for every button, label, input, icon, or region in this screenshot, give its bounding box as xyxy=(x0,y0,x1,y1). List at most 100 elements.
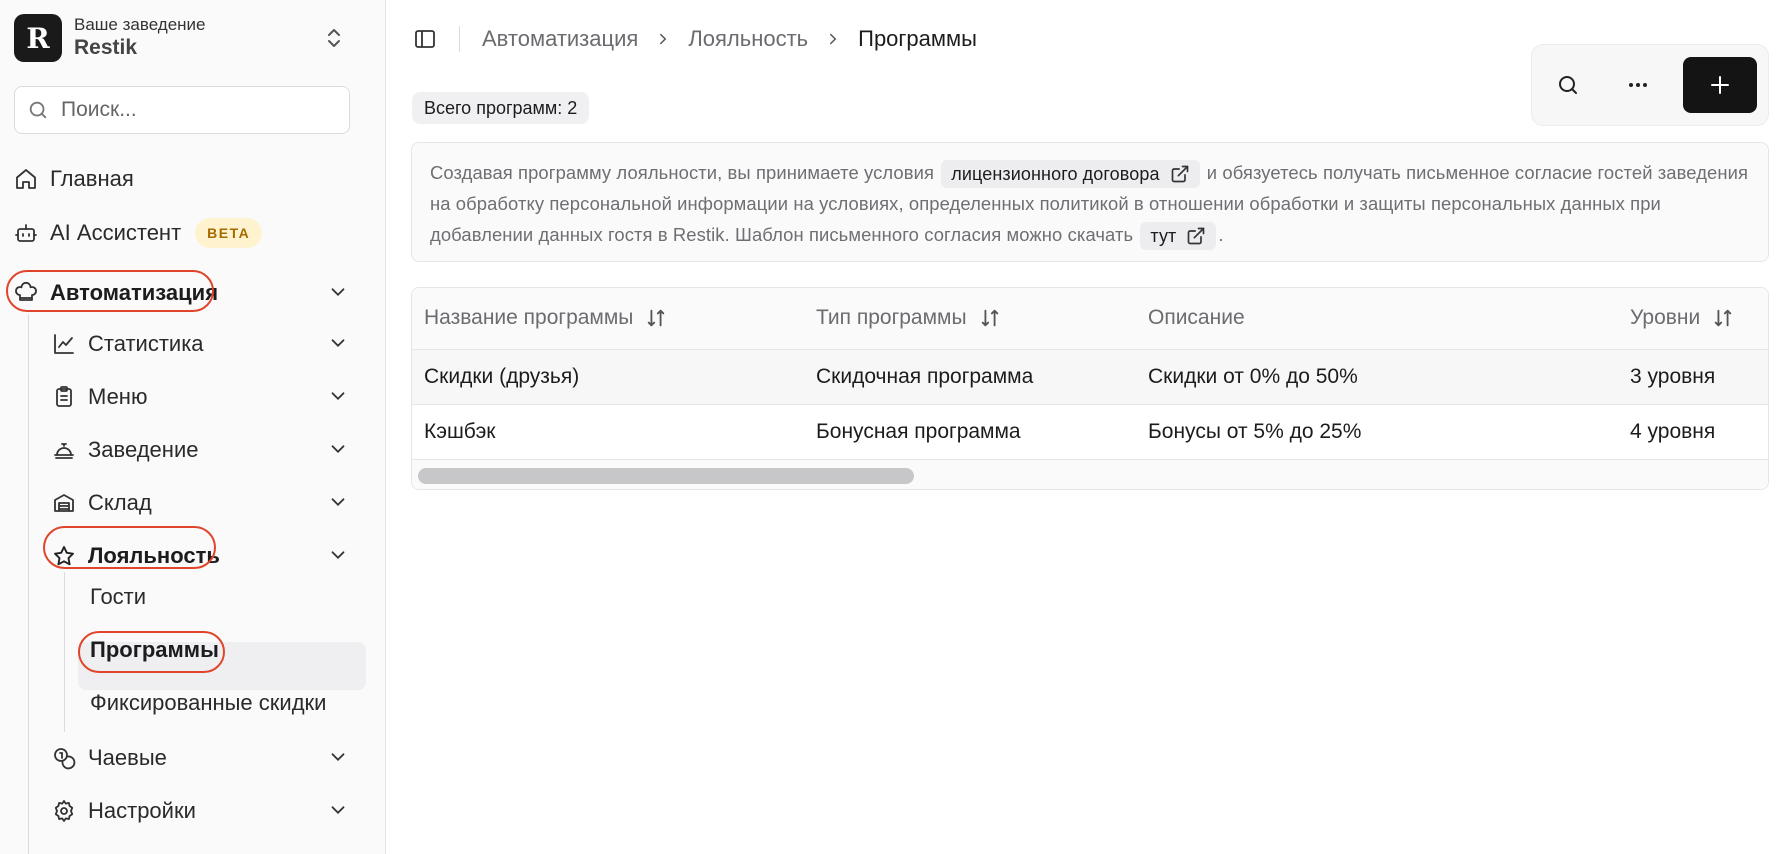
sidebar-item-menu[interactable]: Меню xyxy=(52,384,147,410)
sidebar-item-loyalty[interactable]: Лояльность xyxy=(52,543,220,569)
sidebar-item-label: Лояльность xyxy=(88,543,220,568)
license-agreement-link[interactable]: лицензионного договора xyxy=(941,160,1200,189)
line-chart-icon xyxy=(54,334,74,354)
notice-text: Создавая программу лояльности, вы приним… xyxy=(430,162,935,183)
cell-description: Скидки от 0% до 50% xyxy=(1148,365,1358,388)
sidebar-item-label: Заведение xyxy=(88,437,199,462)
breadcrumb-current: Программы xyxy=(858,26,977,51)
search-icon xyxy=(1559,76,1577,94)
table-row[interactable]: Скидки (друзья) Скидочная программа Скид… xyxy=(412,350,1768,405)
sidebar-subitem-fixed-discounts[interactable]: Фиксированные скидки xyxy=(90,690,326,716)
org-text: Ваше заведение Restik xyxy=(74,15,206,61)
bot-icon xyxy=(15,224,37,242)
cell-program-name: Кэшбэк xyxy=(424,420,496,443)
programs-count-badge: Всего программ: 2 xyxy=(412,92,590,124)
sort-icon xyxy=(981,309,998,327)
sidebar-item-settings[interactable]: Настройки xyxy=(52,798,196,824)
external-link-icon xyxy=(1171,165,1188,183)
chevron-down-icon[interactable] xyxy=(327,799,349,821)
chevron-down-icon[interactable] xyxy=(327,438,349,460)
breadcrumb-divider xyxy=(459,26,460,52)
column-header-label: Тип программы xyxy=(816,306,967,329)
warehouse-icon xyxy=(54,494,74,512)
external-link-icon xyxy=(1188,227,1205,245)
sort-icon xyxy=(1715,309,1732,327)
sort-icon xyxy=(648,309,665,327)
chevron-down-icon[interactable] xyxy=(327,491,349,513)
org-subtitle: Ваше заведение xyxy=(74,15,206,34)
more-options-button[interactable] xyxy=(1614,61,1662,109)
chef-hat-icon xyxy=(15,281,37,301)
license-agreement-label: лицензионного договора xyxy=(951,163,1160,184)
column-header-type[interactable]: Тип программы xyxy=(816,306,1001,330)
breadcrumb: Автоматизация Лояльность Программы xyxy=(413,22,977,56)
cell-program-name: Скидки (друзья) xyxy=(424,365,580,388)
plus-icon xyxy=(1711,76,1729,94)
cell-program-type: Скидочная программа xyxy=(816,365,1034,388)
sidebar-toggle-icon[interactable] xyxy=(413,27,437,51)
sidebar-item-label: Главная xyxy=(50,166,134,191)
table-row[interactable]: Кэшбэк Бонусная программа Бонусы от 5% д… xyxy=(412,405,1768,460)
tree-line xyxy=(28,314,29,854)
sidebar-item-statistics[interactable]: Статистика xyxy=(52,331,204,357)
sidebar-item-label: Меню xyxy=(88,384,148,409)
cloche-icon xyxy=(54,443,74,459)
sidebar-item-label: Статистика xyxy=(88,331,204,356)
breadcrumb-automation[interactable]: Автоматизация xyxy=(482,26,638,52)
sidebar-item-label: Склад xyxy=(88,490,152,515)
main-content: Автоматизация Лояльность Программы Всего… xyxy=(387,0,1778,854)
sidebar-item-home[interactable]: Главная xyxy=(14,166,134,192)
sidebar-item-label: Автоматизация xyxy=(50,280,219,305)
table-header: Название программы Тип программы Описани… xyxy=(412,288,1768,350)
breadcrumb-loyalty[interactable]: Лояльность xyxy=(688,26,808,52)
sidebar-item-ai-assistant[interactable]: AI Ассистент BETA xyxy=(14,218,263,248)
sidebar-item-venue[interactable]: Заведение xyxy=(52,437,198,463)
chevron-right-icon xyxy=(660,33,667,45)
beta-badge: BETA xyxy=(195,218,263,248)
chevrons-up-down-icon xyxy=(328,29,340,47)
sidebar: R Ваше заведение Restik Главная AI Ассис… xyxy=(0,0,386,854)
chevron-down-icon[interactable] xyxy=(327,385,349,407)
column-header-description: Описание xyxy=(1148,306,1245,330)
cell-description: Бонусы от 5% до 25% xyxy=(1148,420,1362,443)
notice-text: . xyxy=(1218,224,1224,246)
consent-template-link[interactable]: тут xyxy=(1140,222,1217,251)
search-icon xyxy=(29,101,47,119)
organization-switcher[interactable]: R Ваше заведение Restik xyxy=(14,14,354,62)
chevron-down-icon[interactable] xyxy=(327,332,349,354)
star-icon xyxy=(54,546,74,566)
chevron-down-icon[interactable] xyxy=(327,746,349,768)
chevron-right-icon xyxy=(830,33,837,45)
sidebar-item-automation[interactable]: Автоматизация xyxy=(14,280,218,306)
coins-icon xyxy=(54,748,76,770)
programs-table: Название программы Тип программы Описани… xyxy=(411,287,1769,490)
home-icon xyxy=(16,169,36,189)
org-name: Restik xyxy=(74,36,138,59)
chevron-down-icon[interactable] xyxy=(327,544,349,566)
horizontal-scrollbar[interactable] xyxy=(412,460,1768,489)
sidebar-item-label: Чаевые xyxy=(88,745,167,770)
consent-template-label: тут xyxy=(1150,225,1177,246)
search-button[interactable] xyxy=(1544,61,1592,109)
sidebar-subitem-programs[interactable]: Программы xyxy=(90,637,219,663)
column-header-label: Уровни xyxy=(1630,306,1701,329)
sidebar-subitem-guests[interactable]: Гости xyxy=(90,584,146,610)
license-notice: Создавая программу лояльности, вы приним… xyxy=(411,142,1769,262)
sidebar-item-tips[interactable]: Чаевые xyxy=(52,745,167,771)
cell-program-type: Бонусная программа xyxy=(816,420,1021,443)
column-header-levels[interactable]: Уровни xyxy=(1630,306,1734,330)
chevron-down-icon[interactable] xyxy=(327,281,349,303)
scrollbar-thumb[interactable] xyxy=(418,468,914,484)
sidebar-search[interactable] xyxy=(14,86,350,134)
sidebar-search-input[interactable] xyxy=(61,98,331,122)
column-header-label: Описание xyxy=(1148,306,1245,329)
column-header-name[interactable]: Название программы xyxy=(424,306,667,330)
column-header-label: Название программы xyxy=(424,306,634,329)
clipboard-icon xyxy=(56,386,72,407)
cell-levels: 3 уровня xyxy=(1630,365,1716,388)
page-toolbar xyxy=(1531,44,1769,126)
add-program-button[interactable] xyxy=(1683,57,1757,113)
org-logo: R xyxy=(14,14,62,62)
more-horizontal-icon xyxy=(1629,83,1647,87)
sidebar-item-warehouse[interactable]: Склад xyxy=(52,490,152,516)
